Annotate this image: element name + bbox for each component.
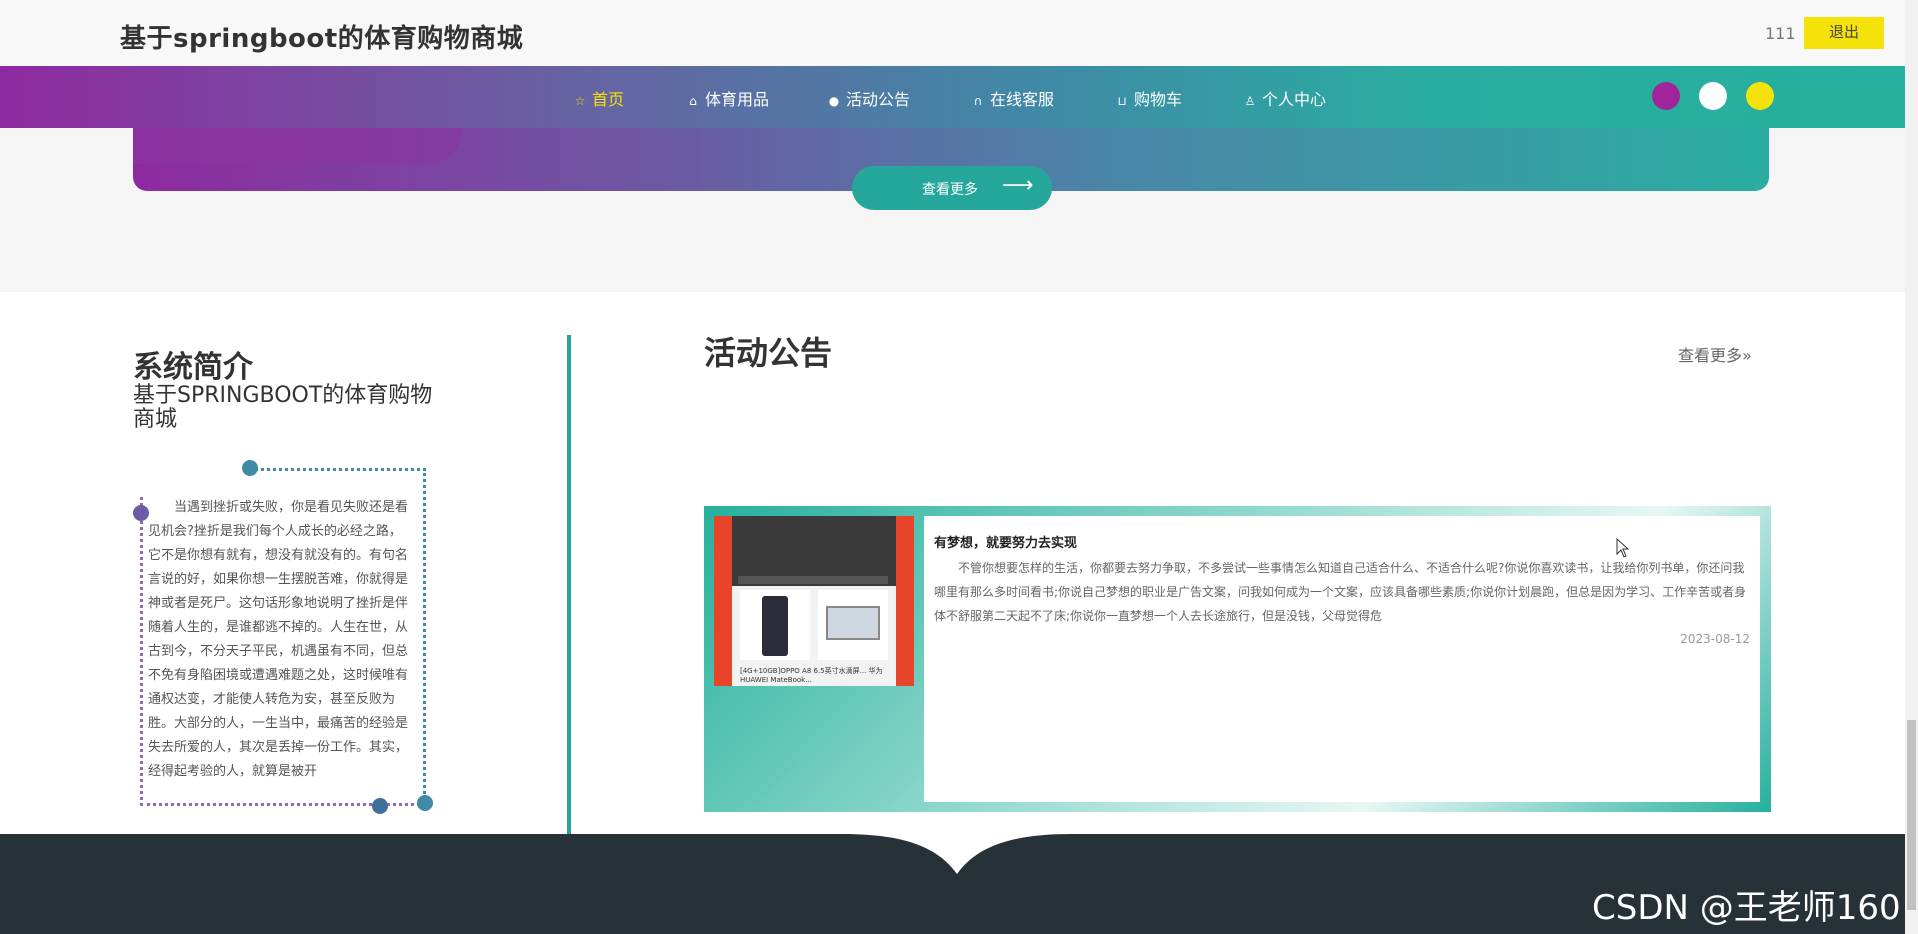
news-date: 2023-08-12 [1680,632,1750,646]
product-laptop-image [818,590,888,660]
banner-more-label: 查看更多 [922,182,978,198]
nav-label: 体育用品 [705,90,770,109]
intro-title: 系统简介 [133,350,253,385]
nav-item-home[interactable]: ☆ 首页 [572,86,624,110]
product-phone-image [740,590,810,660]
product-caption: [4G+10GB]OPPO A8 6.5英寸水滴屏... 华为HUAWEI Ma… [740,667,883,684]
cart-icon: ⊔ [1117,94,1127,108]
nav-item-cart[interactable]: ⊔ 购物车 [1114,86,1182,110]
nav-label: 在线客服 [990,90,1055,109]
nav-label: 活动公告 [846,90,911,109]
footer-notch [842,826,1072,874]
banner-more-button[interactable]: 查看更多 ⟶ [852,166,1052,210]
news-card[interactable]: [4G+10GB]OPPO A8 6.5英寸水滴屏... 华为HUAWEI Ma… [704,506,1771,812]
nav-item-online-service[interactable]: ∩ 在线客服 [970,86,1054,110]
frame-bead-corner [417,795,433,811]
news-headline[interactable]: 有梦想，就要努力去实现 [934,532,1077,551]
site-title: 基于springboot的体育购物商城 [120,24,524,54]
frame-bead-top [242,460,258,476]
news-description: 不管你想要怎样的生活，你都要去努力争取，不多尝试一些事情怎么知道自己适合什么、不… [934,561,1747,623]
theme-white-dot[interactable] [1699,82,1727,110]
banner-decoration [133,128,463,164]
theme-yellow-dot[interactable] [1746,82,1774,110]
news-thumbnail[interactable]: [4G+10GB]OPPO A8 6.5英寸水滴屏... 华为HUAWEI Ma… [714,516,914,686]
section-divider [567,335,571,855]
user-icon: ♙ [1244,94,1256,108]
top-header: 基于springboot的体育购物商城 111 退出 [0,0,1905,66]
page-scrollbar[interactable] [1905,0,1918,934]
scrollbar-thumb[interactable] [1907,720,1916,910]
frame-bead-left [133,505,149,521]
intro-subtitle: 基于SPRINGBOOT的体育购物商城 [133,383,433,432]
phone-screenshot: [4G+10GB]OPPO A8 6.5英寸水滴屏... 华为HUAWEI Ma… [732,516,896,686]
main-nav: ☆ 首页 ⌂ 体育用品 ● 活动公告 ∩ 在线客服 ⊔ 购物车 ♙ 个人中心 [0,66,1905,128]
intro-text: 当遇到挫折或失败，你是看见失败还是看见机会?挫折是我们每个人成长的必经之路，它不… [148,500,409,779]
theme-purple-dot[interactable] [1652,82,1680,110]
intro-frame-gap [137,465,247,495]
headset-icon: ∩ [973,94,983,108]
nav-label: 购物车 [1134,90,1183,109]
news-more-link[interactable]: 查看更多» [1678,342,1752,366]
nav-label: 首页 [592,90,625,109]
news-section-title: 活动公告 [704,334,833,372]
nav-item-sports-goods[interactable]: ⌂ 体育用品 [685,86,769,110]
mouse-cursor-icon [1616,538,1630,558]
watermark-text: CSDN @王老师160 [1592,888,1901,928]
news-body: 有梦想，就要努力去实现 不管你想要怎样的生活，你都要去努力争取，不多尝试一些事情… [924,516,1760,802]
nav-item-profile[interactable]: ♙ 个人中心 [1242,86,1326,110]
nav-label: 个人中心 [1262,90,1327,109]
username-label: 111 [1765,24,1796,43]
nav-item-announcements[interactable]: ● 活动公告 [826,86,910,110]
info-icon: ● [828,94,840,108]
phone-tabs [738,576,888,584]
bag-icon: ⌂ [689,94,697,108]
content-section: 系统简介 基于SPRINGBOOT的体育购物商城 当遇到挫折或失败，你是看见失败… [0,292,1905,855]
logout-button[interactable]: 退出 [1804,17,1884,49]
arrow-right-icon: ⟶ [1002,173,1034,198]
star-icon: ☆ [574,94,586,108]
